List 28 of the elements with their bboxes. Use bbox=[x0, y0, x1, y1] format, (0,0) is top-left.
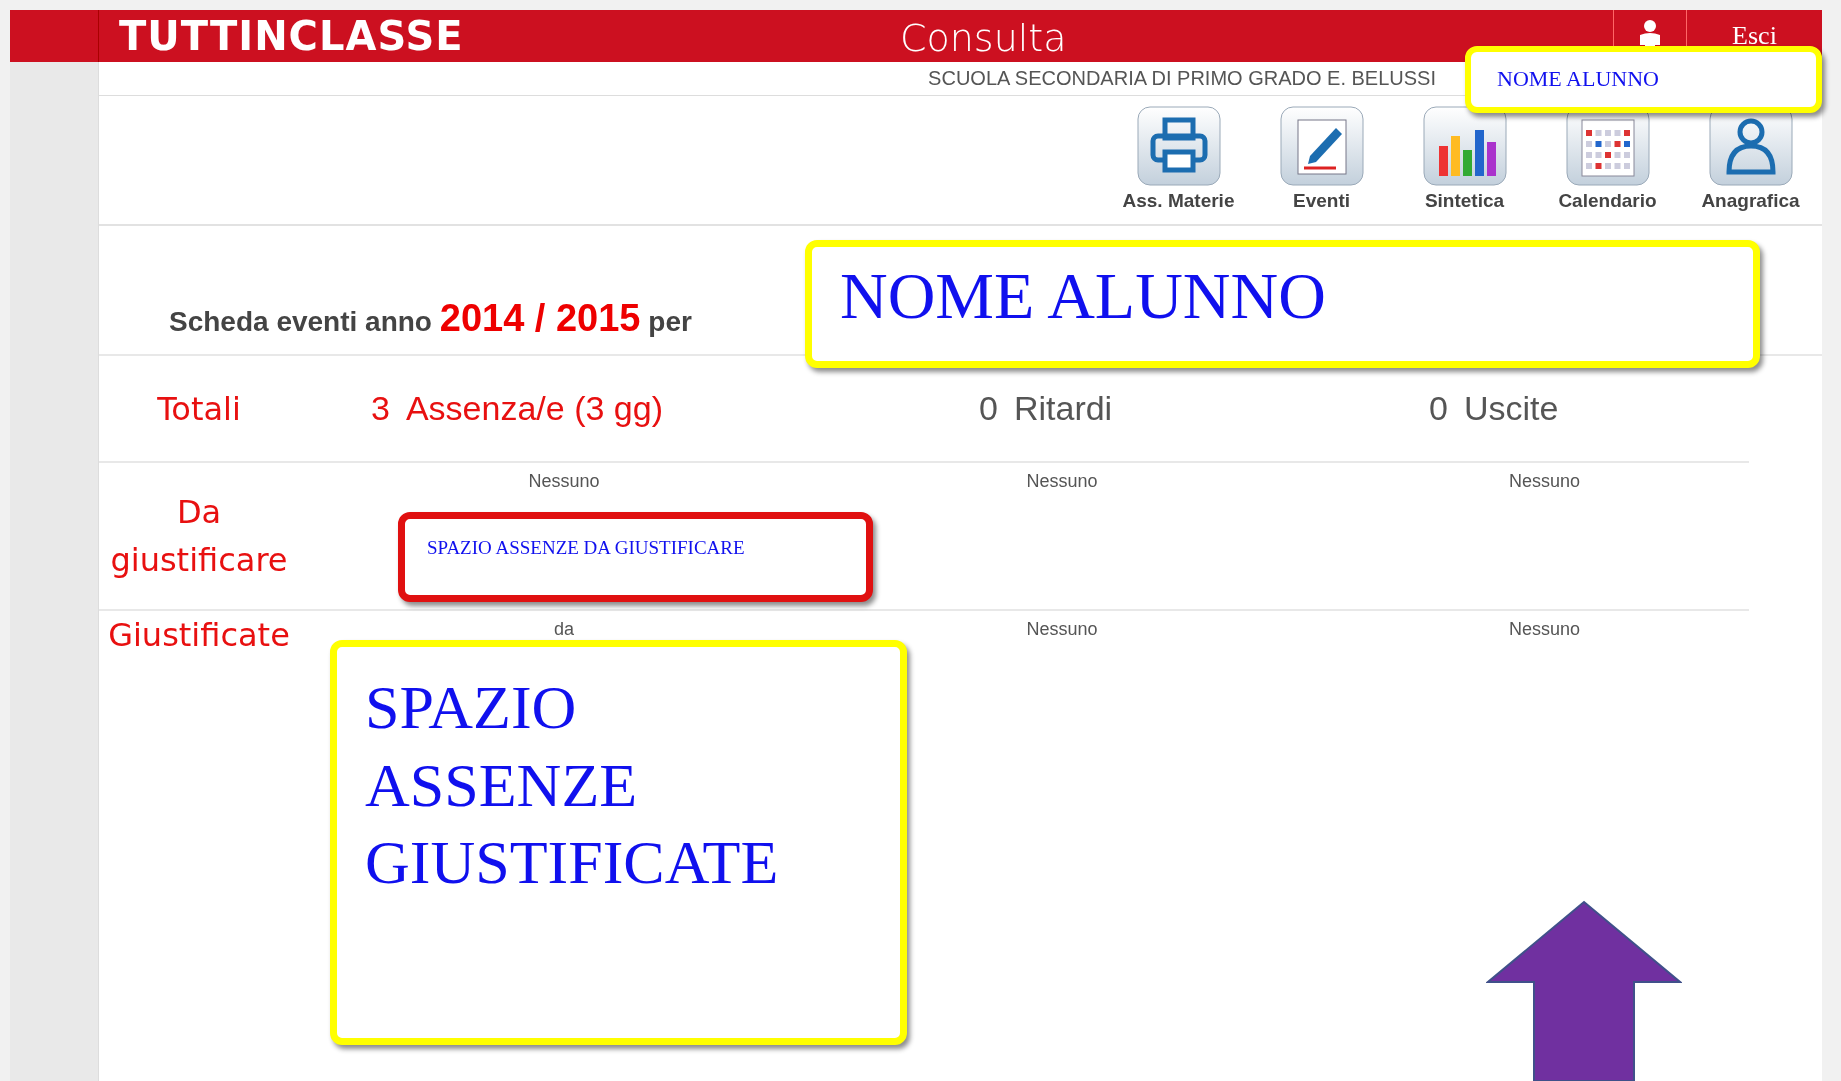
table-cell: Nessuno bbox=[1508, 471, 1580, 491]
table-cell: Nessuno bbox=[1026, 471, 1098, 491]
table-cell: Nessuno bbox=[528, 471, 600, 491]
app-logo: TUTTINCLASSE bbox=[119, 13, 464, 59]
table-cell: Nessuno bbox=[1026, 619, 1098, 639]
printer-icon bbox=[1136, 106, 1221, 186]
annotation-tooltip: NOME ALUNNO bbox=[1465, 46, 1822, 113]
total-count: 0 bbox=[1429, 389, 1448, 428]
table-cell: Nessuno bbox=[1508, 619, 1580, 639]
table-cell: da bbox=[554, 619, 574, 639]
school-name: SCUOLA SECONDARIA DI PRIMO GRADO E. BELUSSI bbox=[928, 67, 1436, 90]
page-title: Consulta bbox=[900, 16, 1067, 60]
total-count: 0 bbox=[979, 389, 998, 428]
total-label: Uscite bbox=[1463, 389, 1559, 428]
annotation-tooltip: SPAZIO ASSENZE DA GIUSTIFICARE bbox=[398, 512, 873, 602]
row-label: Giustificate bbox=[108, 615, 290, 656]
annotation-tooltip: SPAZIO ASSENZE GIUSTIFICATE bbox=[330, 640, 907, 1045]
total-label: Ritardi bbox=[1013, 389, 1113, 428]
total-count: 3 bbox=[371, 389, 390, 428]
section-heading: Scheda eventi anno 2014 / 2015 per bbox=[169, 297, 692, 340]
bar-chart-icon bbox=[1422, 106, 1507, 186]
row-label: Totali bbox=[157, 388, 241, 430]
total-label: Assenza/e (3 gg) bbox=[405, 389, 663, 428]
annotation-tooltip: NOME ALUNNO bbox=[805, 240, 1760, 368]
toolbar-button[interactable]: Ass. Materie bbox=[1107, 96, 1250, 224]
pencil-note-icon bbox=[1279, 106, 1364, 186]
row-label: Da giustificare bbox=[109, 492, 289, 581]
toolbar-button[interactable]: Eventi bbox=[1250, 96, 1393, 224]
